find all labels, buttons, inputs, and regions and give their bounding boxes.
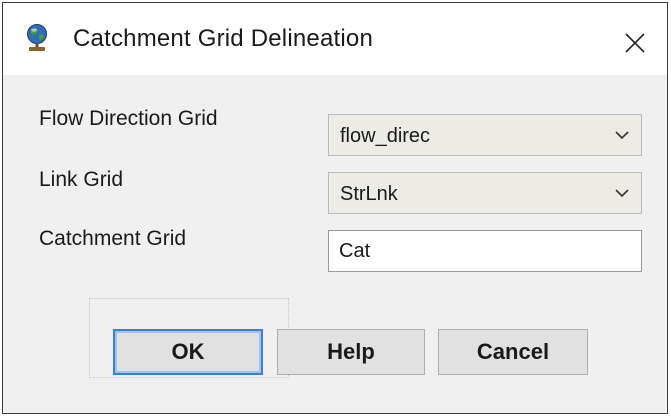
catchment-grid-input[interactable] bbox=[328, 230, 642, 272]
help-button[interactable]: Help bbox=[277, 329, 425, 375]
close-icon bbox=[625, 33, 645, 53]
cancel-button[interactable]: Cancel bbox=[438, 329, 588, 375]
flow-direction-grid-dropdown[interactable]: flow_direc bbox=[328, 114, 642, 156]
link-grid-dropdown[interactable]: StrLnk bbox=[328, 172, 642, 214]
catchment-grid-dialog: Catchment Grid Delineation Flow Directio… bbox=[2, 2, 668, 414]
flow-direction-grid-label: Flow Direction Grid bbox=[39, 107, 218, 130]
catchment-grid-label: Catchment Grid bbox=[39, 227, 187, 250]
ok-button[interactable]: OK bbox=[113, 329, 263, 375]
flow-direction-grid-value: flow_direc bbox=[340, 125, 431, 147]
close-button[interactable] bbox=[617, 25, 653, 61]
link-grid-value: StrLnk bbox=[340, 183, 398, 205]
dialog-title: Catchment Grid Delineation bbox=[73, 25, 374, 52]
chevron-down-icon bbox=[613, 186, 631, 200]
link-grid-label: Link Grid bbox=[39, 168, 124, 191]
title-bar: Catchment Grid Delineation bbox=[3, 3, 667, 75]
chevron-down-icon bbox=[613, 128, 631, 142]
globe-app-icon bbox=[23, 23, 51, 53]
